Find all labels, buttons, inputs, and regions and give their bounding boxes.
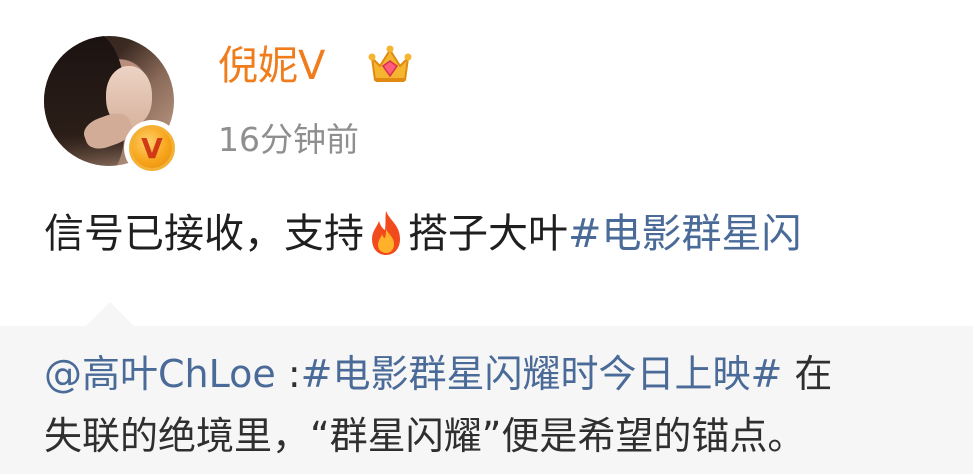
repost-hashtag-link[interactable]: #电影群星闪耀时今日上映# bbox=[301, 352, 783, 396]
post-text-after: 搭子大叶 bbox=[408, 211, 568, 257]
repost-mention-link[interactable]: @高叶ChLoe bbox=[44, 352, 276, 396]
verified-badge-icon: V bbox=[124, 120, 180, 176]
repost-text-tail: 在 bbox=[782, 352, 833, 396]
post-timestamp: 16分钟前 bbox=[218, 120, 359, 159]
repost-line-2: 失联的绝境里，“群星闪耀”便是希望的锚点。 bbox=[44, 414, 806, 458]
repost-notch bbox=[86, 302, 134, 326]
post-text: 信号已接收，支持 搭子大叶#电影群星闪 bbox=[44, 202, 802, 266]
repost-line-1: @高叶ChLoe :#电影群星闪耀时今日上映# 在 bbox=[44, 346, 832, 402]
username[interactable]: 倪妮V bbox=[218, 38, 325, 94]
post-header: V 倪妮V 16分钟前 bbox=[0, 0, 973, 180]
verified-v-icon: V bbox=[129, 125, 175, 171]
fire-icon bbox=[372, 211, 400, 255]
repost-separator: : bbox=[275, 352, 301, 396]
crown-icon[interactable] bbox=[368, 44, 412, 86]
post-text-before: 信号已接收，支持 bbox=[44, 211, 364, 257]
post-hashtag-link[interactable]: #电影群星闪 bbox=[568, 211, 802, 257]
